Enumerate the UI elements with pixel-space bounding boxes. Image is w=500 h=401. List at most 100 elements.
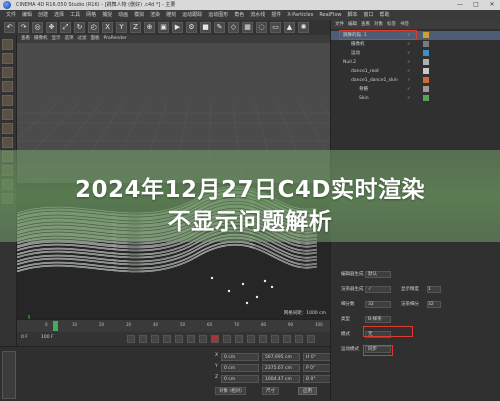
object-list-item[interactable]: 运动 ✓ bbox=[331, 49, 500, 58]
menu-item[interactable]: 流水线 bbox=[250, 10, 265, 20]
object-list-item[interactable]: 摄像机 ✓ bbox=[331, 40, 500, 49]
object-tag-icon[interactable] bbox=[423, 59, 429, 65]
attribute-value-secondary[interactable]: 1 bbox=[427, 286, 441, 293]
array-icon[interactable]: ▦ bbox=[242, 22, 253, 33]
menu-item[interactable]: 捕捉 bbox=[102, 10, 112, 20]
viewport-menu-item[interactable]: ProRender bbox=[104, 36, 127, 41]
menu-item[interactable]: 角色 bbox=[234, 10, 244, 20]
prev-frame-icon[interactable] bbox=[151, 335, 159, 343]
attribute-value-field[interactable]: 32 bbox=[365, 301, 391, 308]
light-icon[interactable]: ✺ bbox=[298, 22, 309, 33]
next-key-icon[interactable] bbox=[187, 335, 195, 343]
viewport-menu-item[interactable]: 过滤 bbox=[78, 36, 87, 41]
next-frame-icon[interactable] bbox=[175, 335, 183, 343]
y-axis-icon[interactable]: Y bbox=[116, 22, 127, 33]
timeline-ruler[interactable]: 0 10 20 30 40 50 60 70 80 90 100 bbox=[17, 319, 330, 333]
subdivide-icon[interactable]: ◇ bbox=[228, 22, 239, 33]
mode-tool-icon[interactable] bbox=[2, 137, 13, 148]
object-manager-tab[interactable]: 编辑 bbox=[348, 22, 357, 27]
mode-tool-icon[interactable] bbox=[2, 53, 13, 64]
rotation-field[interactable]: H 0° bbox=[303, 353, 333, 361]
position-field[interactable]: 0 cm bbox=[221, 364, 259, 372]
object-tag-icon[interactable] bbox=[423, 50, 429, 56]
menu-item[interactable]: 文件 bbox=[6, 10, 16, 20]
motion-icon[interactable] bbox=[247, 335, 255, 343]
menu-item[interactable]: 帮助 bbox=[380, 10, 390, 20]
first-frame-icon[interactable] bbox=[127, 335, 135, 343]
object-tag-icon[interactable] bbox=[423, 77, 429, 83]
object-tag-icon[interactable] bbox=[423, 95, 429, 101]
mode-tool-icon[interactable] bbox=[2, 81, 13, 92]
pen-icon[interactable]: ✎ bbox=[214, 22, 225, 33]
object-tag-icon[interactable] bbox=[423, 86, 429, 92]
menu-item[interactable]: 窗口 bbox=[364, 10, 374, 20]
object-list-item[interactable]: Null.2 ✓ bbox=[331, 58, 500, 67]
object-list-item[interactable]: dance1_dance1_skin ✓ bbox=[331, 76, 500, 85]
rot-key-icon[interactable] bbox=[283, 335, 291, 343]
size-mode-select[interactable]: 尺寸 bbox=[262, 387, 279, 395]
play-icon[interactable] bbox=[163, 335, 171, 343]
attribute-value-secondary[interactable]: 32 bbox=[427, 301, 441, 308]
mode-tool-icon[interactable] bbox=[2, 95, 13, 106]
position-field[interactable]: 0 cm bbox=[221, 375, 259, 383]
visibility-check-icon[interactable]: ✓ bbox=[407, 58, 411, 67]
render-view-icon[interactable]: ▣ bbox=[158, 22, 169, 33]
menu-item[interactable]: 运动跟踪 bbox=[182, 10, 202, 20]
x-axis-icon[interactable]: X bbox=[102, 22, 113, 33]
param-key-icon[interactable] bbox=[295, 335, 303, 343]
menu-item[interactable]: 工具 bbox=[70, 10, 80, 20]
object-list-item[interactable]: dance1_root ✓ bbox=[331, 67, 500, 76]
point-level-icon[interactable] bbox=[307, 335, 315, 343]
object-tag-icon[interactable] bbox=[423, 41, 429, 47]
viewport-menu-item[interactable]: 面板 bbox=[91, 36, 100, 41]
live-select-icon[interactable]: ◎ bbox=[32, 22, 43, 33]
apply-button[interactable]: 应用 bbox=[298, 387, 317, 395]
mode-tool-icon[interactable] bbox=[2, 67, 13, 78]
menu-item[interactable]: 选择 bbox=[54, 10, 64, 20]
menu-item[interactable]: 模拟 bbox=[134, 10, 144, 20]
visibility-check-icon[interactable]: ✓ bbox=[407, 49, 411, 58]
keyframe-icon[interactable] bbox=[235, 335, 243, 343]
menu-item[interactable]: 运动图形 bbox=[208, 10, 228, 20]
viewport-menu-item[interactable]: 显示 bbox=[52, 36, 61, 41]
prev-key-icon[interactable] bbox=[139, 335, 147, 343]
object-tag-icon[interactable] bbox=[423, 32, 429, 38]
visibility-check-icon[interactable]: ✓ bbox=[407, 40, 411, 49]
menu-item[interactable]: 动画 bbox=[118, 10, 128, 20]
visibility-check-icon[interactable]: ✓ bbox=[407, 76, 411, 85]
minimize-button[interactable]: — bbox=[452, 0, 468, 10]
object-manager-tab[interactable]: 书签 bbox=[400, 22, 409, 27]
mode-tool-icon[interactable] bbox=[2, 109, 13, 120]
menu-item[interactable]: 渲染 bbox=[150, 10, 160, 20]
menu-item[interactable]: 脚本 bbox=[348, 10, 358, 20]
z-axis-icon[interactable]: Z bbox=[130, 22, 141, 33]
floor-icon[interactable]: ▭ bbox=[270, 22, 281, 33]
menu-item[interactable]: X-Particles bbox=[287, 10, 313, 20]
mode-tool-icon[interactable] bbox=[2, 123, 13, 134]
menu-item[interactable]: RealFlow bbox=[319, 10, 341, 20]
visibility-check-icon[interactable]: ✓ bbox=[407, 67, 411, 76]
record-icon[interactable] bbox=[211, 335, 219, 343]
object-manager-tab[interactable]: 查看 bbox=[361, 22, 370, 27]
attribute-value-field[interactable]: ✓ bbox=[365, 286, 391, 293]
object-tag-icon[interactable] bbox=[423, 68, 429, 74]
mode-tool-icon[interactable] bbox=[2, 39, 13, 50]
close-button[interactable]: ✕ bbox=[484, 0, 500, 10]
viewport-menu-item[interactable]: 选项 bbox=[65, 36, 74, 41]
position-field[interactable]: 0 cm bbox=[221, 353, 259, 361]
object-list-item[interactable]: Skin ✓ bbox=[331, 94, 500, 103]
playhead-marker[interactable] bbox=[53, 321, 58, 331]
attribute-value-field[interactable]: 默认 bbox=[365, 271, 391, 278]
viewport-menu-item[interactable]: 摄像机 bbox=[34, 36, 48, 41]
autokey-icon[interactable] bbox=[223, 335, 231, 343]
move-icon[interactable]: ✥ bbox=[46, 22, 57, 33]
visibility-check-icon[interactable]: ✓ bbox=[407, 94, 411, 103]
maximize-button[interactable]: □ bbox=[468, 0, 484, 10]
material-preview[interactable] bbox=[2, 351, 16, 399]
size-field[interactable]: 1004.47 cm bbox=[262, 375, 300, 383]
menu-item[interactable]: 创建 bbox=[38, 10, 48, 20]
rotate-icon[interactable]: ↻ bbox=[74, 22, 85, 33]
pos-key-icon[interactable] bbox=[271, 335, 279, 343]
menu-item[interactable]: 插件 bbox=[271, 10, 281, 20]
size-field[interactable]: 2375.67 cm bbox=[262, 364, 300, 372]
